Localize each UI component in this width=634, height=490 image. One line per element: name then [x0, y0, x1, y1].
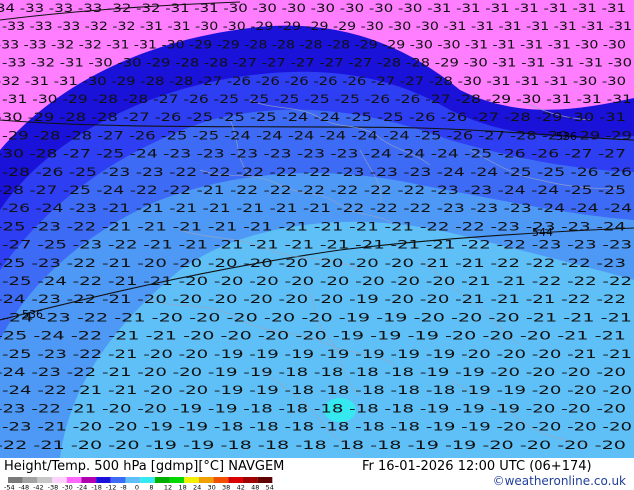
temperature-row: -27 -25 -23 -22 -21 -21 -21 -21 -21 -21 … — [2, 238, 632, 252]
temperature-row: -25 -24 -22 -21 -21 -20 -20 -20 -20 -19 … — [0, 329, 626, 343]
legend-swatch — [8, 477, 23, 483]
legend-tick-label: 38 — [222, 484, 230, 490]
legend-tick-label: 24 — [193, 484, 201, 490]
temperature-row: -32 -31 -31 -30 -29 -28 -28 -27 -26 -26 … — [0, 74, 626, 88]
legend-swatch — [66, 477, 82, 483]
legend-tick-label: -12 — [106, 484, 117, 490]
legend-swatch — [96, 477, 111, 483]
legend-swatch — [110, 477, 126, 483]
temperature-row: 34 -33 -33 -33 -32 -32 -31 -31 -30 -30 -… — [0, 1, 626, 15]
legend-swatch — [228, 477, 243, 483]
weather-map: 34 -33 -33 -33 -32 -32 -31 -31 -30 -30 -… — [0, 0, 634, 458]
legend-swatch — [198, 477, 214, 483]
legend-swatch — [140, 477, 155, 483]
legend-swatch — [52, 477, 67, 483]
legend-tick-label: -30 — [62, 484, 73, 490]
legend-tick-label: 12 — [164, 484, 172, 490]
temperature-row: -23 -22 -21 -20 -20 -19 -19 -18 -18 -18 … — [0, 401, 626, 415]
legend-swatch — [22, 477, 38, 483]
legend-tick-label: -54 — [4, 484, 15, 490]
temperature-row: -24 -23 -22 -21 -20 -20 -20 -20 -20 -19 … — [2, 310, 632, 324]
legend-tick-label: -18 — [91, 484, 102, 490]
temperature-row: -29 -28 -28 -27 -26 -25 -25 -24 -24 -24 … — [2, 128, 632, 142]
color-legend: -54 -48 -42 -38 -30 -24 -18 -12 -8 0 8 12 18 24 30 38 42… — [4, 477, 274, 490]
legend-tick-label: -8 — [120, 484, 126, 490]
legend-tick-label: 18 — [178, 484, 186, 490]
temperature-row: -24 -22 -21 -21 -20 -20 -19 -19 -18 -18 … — [2, 383, 632, 397]
valid-time: Fr 16-01-2026 12:00 UTC (06+174) — [362, 459, 592, 474]
contour-label: 536 — [556, 130, 577, 143]
legend-tick-label: -48 — [19, 484, 30, 490]
legend-swatch — [184, 477, 199, 483]
legend-tick-label: -24 — [77, 484, 88, 490]
contour-label: 544 — [532, 226, 553, 239]
legend-tick-label: 42 — [237, 484, 245, 490]
legend-tick-label: 0 — [135, 484, 139, 490]
legend-swatch — [242, 477, 258, 483]
temperature-row: -23 -21 -20 -20 -19 -19 -18 -18 -18 -18 … — [2, 420, 632, 434]
contour-label: 536 — [22, 308, 43, 321]
legend-tick-label: 30 — [208, 484, 216, 490]
map-title: Height/Temp. 500 hPa [gdmp][°C] NAVGEM — [4, 459, 285, 474]
legend-swatch — [257, 477, 273, 483]
legend-swatch — [37, 477, 53, 483]
temperature-row: -28 -27 -25 -24 -22 -22 -21 -22 -22 -22 … — [0, 183, 626, 197]
temperature-row: -33 -33 -33 -32 -32 -31 -31 -30 -30 -29 … — [2, 19, 632, 33]
legend-tick-label: 48 — [251, 484, 259, 490]
temperature-row: -28 -26 -25 -23 -23 -22 -22 -22 -22 -22 … — [2, 165, 632, 179]
temperature-row: -24 -23 -22 -21 -20 -20 -20 -20 -20 -20 … — [0, 292, 626, 306]
temperature-row: -30 -28 -27 -25 -24 -23 -23 -23 -23 -23 … — [0, 147, 626, 161]
legend-tick-label: -38 — [48, 484, 59, 490]
credit-link[interactable]: ©weatheronline.co.uk — [493, 474, 626, 488]
temperature-row: -24 -23 -22 -21 -20 -20 -19 -19 -18 -18 … — [0, 365, 626, 379]
legend-swatch — [81, 477, 97, 483]
legend-swatch — [125, 477, 141, 483]
legend-swatch — [169, 477, 185, 483]
temperature-row: -25 -24 -22 -21 -21 -20 -20 -20 -20 -20 … — [2, 274, 632, 288]
temperature-row: -31 -30 -29 -28 -28 -27 -26 -25 -25 -25 … — [2, 92, 632, 106]
temperature-row: -33 -33 -32 -32 -31 -31 -30 -29 -29 -28 … — [0, 37, 626, 51]
temperature-row: -33 -32 -31 -30 -30 -29 -28 -28 -27 -27 … — [2, 56, 632, 70]
legend-swatch — [213, 477, 229, 483]
temperature-row: -30 -29 -28 -28 -27 -26 -25 -25 -25 -24 … — [0, 110, 626, 124]
temperature-row: -25 -23 -22 -21 -20 -20 -19 -19 -19 -19 … — [2, 347, 632, 361]
legend-tick-label: 54 — [266, 484, 274, 490]
legend-tick-label: -42 — [33, 484, 44, 490]
temperature-row: -25 -23 -22 -21 -20 -20 -20 -20 -20 -20 … — [0, 256, 626, 270]
footer-bar: Height/Temp. 500 hPa [gdmp][°C] NAVGEM F… — [0, 458, 634, 490]
legend-swatch — [154, 477, 170, 483]
temperature-row: -26 -24 -23 -21 -21 -21 -21 -21 -21 -21 … — [2, 201, 632, 215]
legend-tick-label: 8 — [149, 484, 153, 490]
temperature-row: -22 -21 -20 -20 -19 -19 -18 -18 -18 -18 … — [0, 438, 626, 452]
